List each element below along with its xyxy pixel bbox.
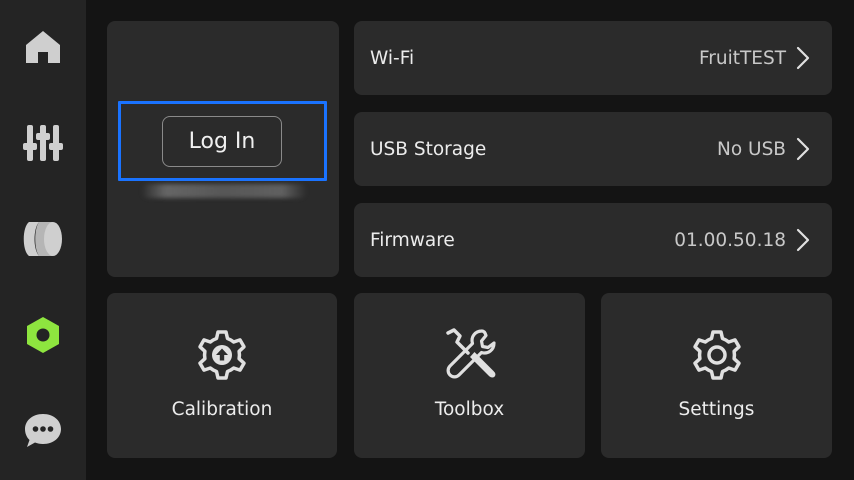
tools-icon: [354, 327, 585, 383]
usb-label: USB Storage: [370, 138, 487, 160]
wifi-label: Wi-Fi: [370, 47, 415, 69]
usb-value-group: No USB: [717, 112, 810, 186]
calibration-label: Calibration: [171, 399, 273, 420]
screen: Log In Wi-Fi FruitTEST USB Storage No US…: [0, 0, 854, 480]
filament-spool-icon: [23, 222, 62, 256]
chevron-right-icon: [796, 46, 810, 70]
usb-storage-row[interactable]: USB Storage No USB: [354, 112, 832, 186]
firmware-row[interactable]: Firmware 01.00.50.18: [354, 203, 832, 277]
nav-filament[interactable]: [0, 209, 86, 269]
toolbox-tile[interactable]: Toolbox: [354, 293, 585, 458]
nav-home[interactable]: [0, 17, 86, 77]
home-icon: [26, 31, 60, 63]
settings-hex-icon: [27, 317, 59, 353]
usb-value: No USB: [716, 138, 786, 160]
settings-tile[interactable]: Settings: [601, 293, 832, 458]
nav-controls[interactable]: [0, 113, 86, 173]
wifi-value: FruitTEST: [698, 47, 786, 69]
firmware-value: 01.00.50.18: [674, 229, 786, 251]
firmware-label: Firmware: [370, 229, 455, 251]
calibration-tile[interactable]: Calibration: [107, 293, 337, 458]
wifi-row[interactable]: Wi-Fi FruitTEST: [354, 21, 832, 95]
wifi-value-group: FruitTEST: [699, 21, 810, 95]
account-info-blurred: [141, 184, 307, 198]
settings-label: Settings: [678, 399, 755, 420]
login-button[interactable]: Log In: [162, 116, 282, 167]
chat-icon: [25, 414, 61, 447]
sidebar: [0, 0, 86, 480]
controls-icon: [23, 125, 63, 161]
gear-icon: [601, 327, 832, 383]
calibration-gear-icon: [107, 327, 337, 383]
toolbox-label: Toolbox: [434, 399, 505, 420]
chevron-right-icon: [796, 137, 810, 161]
nav-messages[interactable]: [0, 401, 86, 461]
firmware-value-group: 01.00.50.18: [674, 203, 810, 277]
chevron-right-icon: [796, 228, 810, 252]
nav-settings[interactable]: [0, 305, 86, 365]
